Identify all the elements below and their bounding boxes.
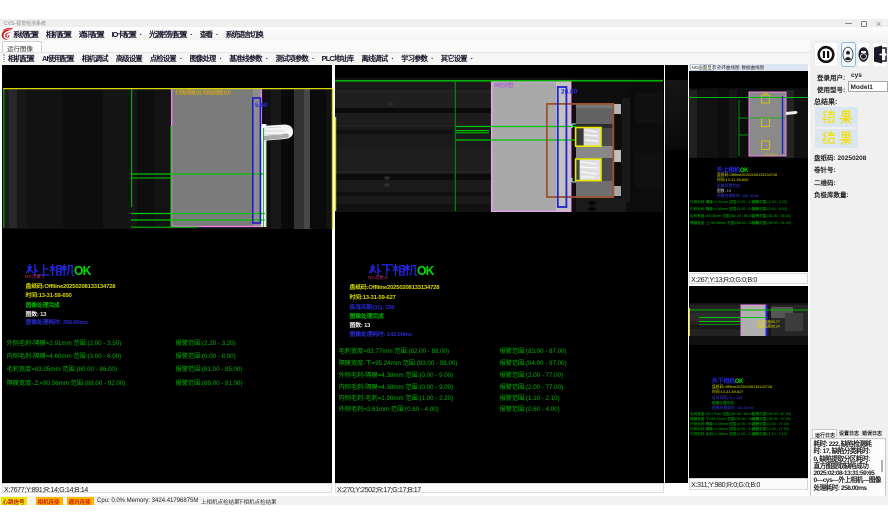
svg-text:AI检测框: AI检测框	[494, 81, 514, 89]
svg-text:打底阈值:93, 动态阈值:100: 打底阈值:93, 动态阈值:100	[175, 89, 231, 97]
svg-text:毛刺宽度83.77: 毛刺宽度83.77	[757, 319, 780, 324]
svg-text:28.80: 28.80	[561, 89, 578, 96]
svg-text:2.5 40.3: 2.5 40.3	[764, 153, 777, 157]
svg-text:NG: NG	[763, 92, 769, 96]
svg-text:隔膜宽度95.24: 隔膜宽度95.24	[757, 324, 780, 329]
svg-text:5.60: 5.60	[255, 102, 268, 109]
